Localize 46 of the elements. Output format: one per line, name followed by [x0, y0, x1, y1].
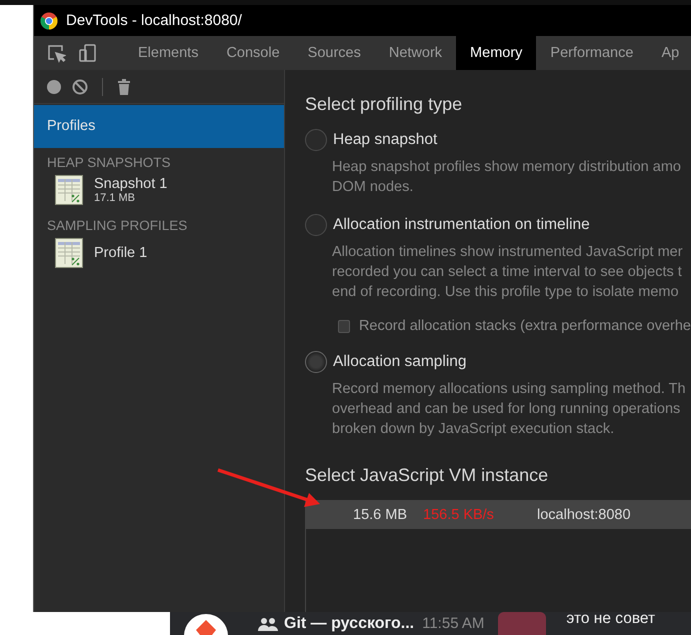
radio-button[interactable]: [305, 214, 327, 236]
panel-tab[interactable]: Ap: [647, 36, 691, 70]
section-heading: Select profiling type: [305, 94, 464, 115]
people-icon: [258, 616, 278, 630]
checkbox[interactable]: [338, 320, 350, 332]
message-text: это не совет: [566, 612, 656, 628]
vm-url: localhost:8080: [537, 506, 631, 522]
chat-name[interactable]: Git — русского...: [284, 614, 414, 632]
option-description: Record memory allocations using sampling method. Th overhead and can be used for long running operations broken down by JavaScript execution stack.: [332, 380, 687, 439]
option-description: Heap snapshot profiles show memory distribution amo DOM nodes.: [332, 158, 682, 197]
panel-tab[interactable]: Memory: [456, 36, 536, 70]
option-description: Allocation timelines show instrumented JavaScript mer recorded you can select a time interval to see objects t end of recording. Use this profile type to isolate memo: [332, 243, 684, 302]
checkbox-label: Record allocation stacks (extra performance overhe: [358, 318, 691, 334]
panel-tab[interactable]: Elements: [124, 36, 212, 70]
allocation-rate: 156.5 KB/s: [423, 506, 495, 522]
group-heading: HEAP SNAPSHOTS: [46, 154, 172, 170]
vm-instance-row[interactable]: 15.6 MB 156.5 KB/s localhost:8080: [306, 500, 691, 529]
clear-icon[interactable]: [72, 78, 88, 94]
record-icon[interactable]: [46, 78, 62, 94]
profile-name: Profile 1: [94, 245, 148, 261]
message-time: 11:55 AM: [422, 615, 484, 632]
trash-icon[interactable]: [117, 78, 131, 94]
browser-logo-icon: [40, 12, 58, 30]
group-heading: SAMPLING PROFILES: [46, 217, 188, 233]
section-heading: Select JavaScript VM instance: [305, 465, 550, 486]
profile-item[interactable]: Profile 1: [34, 233, 284, 274]
option-label: Heap snapshot: [333, 131, 438, 149]
window-title: DevTools - localhost:8080/: [66, 12, 242, 29]
profile-name: Snapshot 1: [94, 176, 168, 192]
memory-size: 15.6 MB: [352, 506, 407, 522]
profile-size: 17.1 MB: [94, 192, 136, 204]
option-label: Allocation instrumentation on timeline: [333, 216, 590, 234]
inspect-cursor-icon[interactable]: [46, 43, 66, 63]
radio-button[interactable]: [305, 129, 327, 151]
spreadsheet-icon: [55, 238, 83, 268]
option-label: Allocation sampling: [333, 353, 467, 371]
panel-tab[interactable]: Console: [212, 36, 294, 70]
radio-button[interactable]: [305, 351, 327, 373]
photo-placeholder: [498, 612, 546, 635]
panel-tab[interactable]: Sources: [294, 36, 375, 70]
panel-tab[interactable]: Performance: [536, 36, 648, 70]
profiles-item[interactable]: Profiles: [34, 105, 284, 148]
panel-tab[interactable]: Network: [374, 36, 456, 70]
device-toggle-icon[interactable]: [78, 43, 98, 63]
spreadsheet-icon: [55, 175, 83, 205]
profile-item[interactable]: Snapshot 1 17.1 MB: [34, 170, 284, 211]
